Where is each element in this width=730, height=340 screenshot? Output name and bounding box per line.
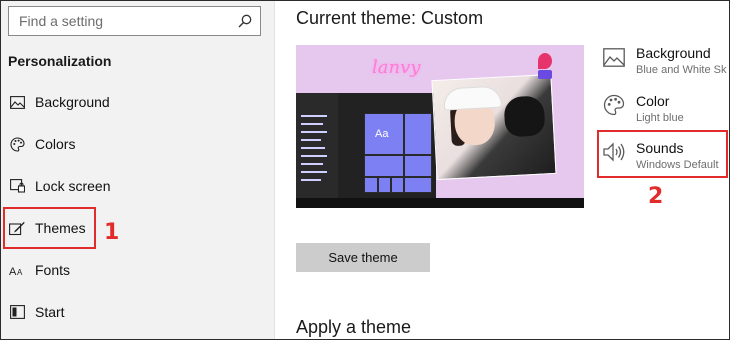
svg-text:A: A: [9, 266, 17, 277]
preview-start-menu: Aa: [296, 93, 436, 198]
option-subtitle: Blue and White Sk: [636, 64, 727, 76]
sidebar-item-label: Start: [35, 304, 65, 320]
sidebar-item-label: Background: [35, 94, 110, 110]
sidebar-item-fonts[interactable]: AA Fonts: [1, 249, 275, 291]
cat-image: [503, 95, 546, 138]
option-subtitle: Light blue: [636, 112, 684, 124]
image-icon: [9, 94, 25, 110]
theme-preview[interactable]: lanvy Aa: [296, 45, 584, 208]
sidebar-item-label: Lock screen: [35, 178, 111, 194]
option-title: Color: [636, 93, 670, 109]
sidebar: Find a setting Personalization Backgroun…: [1, 1, 275, 339]
palette-icon: [9, 136, 25, 152]
sidebar-item-lock-screen[interactable]: Lock screen: [1, 165, 275, 207]
sidebar-item-label: Fonts: [35, 262, 71, 278]
sidebar-item-label: Colors: [35, 136, 76, 152]
palette-icon: [602, 93, 626, 117]
sidebar-item-colors[interactable]: Colors: [1, 123, 275, 165]
plant-decoration: [536, 53, 554, 79]
search-box[interactable]: Find a setting: [8, 6, 261, 36]
highlight-box-sounds: [597, 130, 728, 178]
preview-start-list: [296, 93, 338, 198]
option-background[interactable]: Background Blue and White Sk: [602, 44, 727, 78]
apply-theme-heading: Apply a theme: [296, 317, 412, 337]
option-color[interactable]: Color Light blue: [602, 92, 684, 126]
neon-sign: lanvy: [372, 57, 421, 78]
annotation-number-1: 1: [104, 220, 120, 245]
sidebar-item-background[interactable]: Background: [1, 81, 275, 123]
image-icon: [602, 45, 626, 69]
highlight-box-themes: [3, 207, 96, 249]
annotation-number-2: 2: [648, 184, 664, 209]
search-input[interactable]: Find a setting: [9, 13, 230, 29]
preview-taskbar: [296, 198, 584, 208]
preview-photo: [431, 73, 557, 181]
lock-screen-icon: [9, 178, 25, 194]
preview-tile-large: Aa: [364, 113, 404, 155]
preview-tiles: Aa: [364, 113, 432, 193]
search-icon[interactable]: [230, 7, 260, 35]
save-theme-button[interactable]: Save theme: [296, 243, 430, 272]
page-title: Current theme: Custom: [296, 8, 484, 28]
sidebar-item-start[interactable]: Start: [1, 291, 275, 333]
svg-text:A: A: [17, 268, 23, 277]
section-title: Personalization: [8, 53, 112, 69]
font-icon: AA: [9, 262, 25, 278]
start-icon: [9, 304, 25, 320]
option-title: Background: [636, 45, 711, 61]
